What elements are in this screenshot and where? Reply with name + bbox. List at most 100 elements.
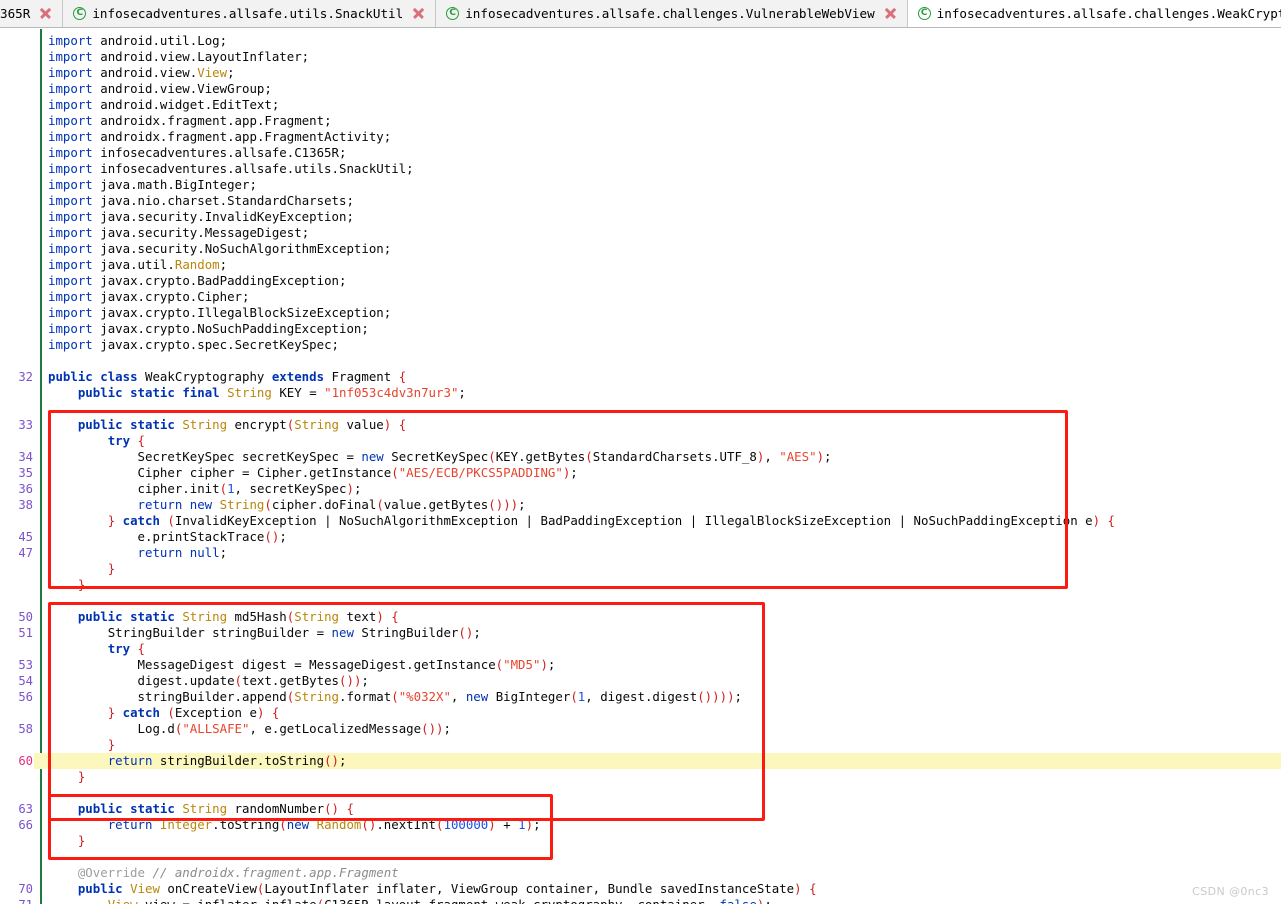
line-source: Cipher cipher = Cipher.getInstance("AES/… [137,465,578,480]
line-source: import androidx.fragment.app.Fragment; [48,113,332,128]
code-line: import infosecadventures.allsafe.C1365R; [0,145,1281,161]
line-source: import javax.crypto.spec.SecretKeySpec; [48,337,340,352]
code-line: } catch (Exception e) { [0,705,1281,721]
line-source: MessageDigest digest = MessageDigest.get… [137,657,556,672]
code-line: 38 return new String(cipher.doFinal(valu… [0,497,1281,513]
code-line: import androidx.fragment.app.FragmentAct… [0,129,1281,145]
code-line: 45 e.printStackTrace(); [0,529,1281,545]
line-source: public static final String KEY = "1nf053… [77,385,466,400]
line-source: @Override // androidx.fragment.app.Fragm… [77,865,399,880]
line-source: import java.security.MessageDigest; [48,225,310,240]
code-line: 32 public class WeakCryptography extends … [0,369,1281,385]
line-number: 34 [18,450,33,464]
line-number: 53 [18,658,33,672]
line-number: 35 [18,466,33,480]
line-source: import android.view.ViewGroup; [48,81,272,96]
code-line: import java.math.BigInteger; [0,177,1281,193]
line-source: Log.d("ALLSAFE", e.getLocalizedMessage()… [137,721,451,736]
code-line: import android.util.Log; [0,33,1281,49]
line-source: } catch (Exception e) { [107,705,280,720]
code-line: 33 public static String encrypt(String v… [0,417,1281,433]
code-line: import android.view.LayoutInflater; [0,49,1281,65]
line-number: 56 [18,690,33,704]
code-line: 56 stringBuilder.append(String.format("%… [0,689,1281,705]
line-number: 63 [18,802,33,816]
line-source: public View onCreateView(LayoutInflater … [77,881,817,896]
line-source: import android.widget.EditText; [48,97,280,112]
line-number: 51 [18,626,33,640]
line-source: return new String(cipher.doFinal(value.g… [137,497,526,512]
line-source: digest.update(text.getBytes()); [137,673,369,688]
line-source: import java.math.BigInteger; [48,177,257,192]
code-line: import java.util.Random; [0,257,1281,273]
code-editor[interactable]: import android.util.Log; import android.v… [0,29,1281,904]
code-line: import infosecadventures.allsafe.utils.S… [0,161,1281,177]
code-line: import java.security.MessageDigest; [0,225,1281,241]
tab-label: infosecadventures.allsafe.utils.SnackUti… [92,6,404,21]
line-number: 47 [18,546,33,560]
line-source: public class WeakCryptography extends Fr… [48,369,407,384]
line-source: stringBuilder.append(String.format("%032… [137,689,742,704]
line-source: import infosecadventures.allsafe.C1365R; [48,145,347,160]
close-icon[interactable] [38,6,53,21]
line-source: import androidx.fragment.app.FragmentAct… [48,129,392,144]
line-number: 32 [18,370,33,384]
code-line: 50 public static String md5Hash(String t… [0,609,1281,625]
code-line: } [0,769,1281,785]
code-line: import javax.crypto.BadPaddingException; [0,273,1281,289]
line-number: 70 [18,882,33,896]
line-source: import android.util.Log; [48,33,228,48]
line-source: } [77,769,86,784]
line-source: SecretKeySpec secretKeySpec = new Secret… [137,449,832,464]
tab-c1365r[interactable]: 365R [0,0,64,27]
line-source: e.printStackTrace(); [137,529,287,544]
code-line: 47 return null; [0,545,1281,561]
line-source: public static String encrypt(String valu… [77,417,407,432]
code-line: 66 return Integer.toString(new Random().… [0,817,1281,833]
line-number: 36 [18,482,33,496]
code-line: } [0,577,1281,593]
code-line: import android.widget.EditText; [0,97,1281,113]
tab-vulnerablewebview[interactable]: C infosecadventures.allsafe.challenges.V… [436,0,908,27]
line-source: import android.view.View; [48,65,235,80]
line-source: import java.nio.charset.StandardCharsets… [48,193,354,208]
tab-label: infosecadventures.allsafe.challenges.Vul… [465,6,875,21]
tab-weakcryptography[interactable]: C infosecadventures.allsafe.challenges.W… [907,0,1281,27]
line-source: import javax.crypto.Cipher; [48,289,250,304]
code-line: 51 StringBuilder stringBuilder = new Str… [0,625,1281,641]
line-number: 71 [0,897,33,904]
line-source: cipher.init(1, secretKeySpec); [137,481,362,496]
line-source: } [77,833,86,848]
code-line: import android.view.ViewGroup; [0,81,1281,97]
code-line: 54 digest.update(text.getBytes()); [0,673,1281,689]
close-icon[interactable] [411,6,426,21]
line-source: return stringBuilder.toString(); [107,753,347,768]
line-number: 50 [18,610,33,624]
line-source: import android.view.LayoutInflater; [48,49,310,64]
code-line: 58 Log.d("ALLSAFE", e.getLocalizedMessag… [0,721,1281,737]
line-source: import javax.crypto.BadPaddingException; [48,273,347,288]
line-source: return null; [137,545,228,560]
line-source: public static String md5Hash(String text… [77,609,399,624]
code-line: import javax.crypto.NoSuchPaddingExcepti… [0,321,1281,337]
code-line: } catch (InvalidKeyException | NoSuchAlg… [0,513,1281,529]
line-number: 38 [18,498,33,512]
tab-label: infosecadventures.allsafe.challenges.Wea… [936,6,1281,21]
code-line: 63 public static String randomNumber() { [0,801,1281,817]
java-class-icon: C [917,7,931,20]
line-source: import javax.crypto.NoSuchPaddingExcepti… [48,321,369,336]
close-icon[interactable] [883,6,898,21]
line-source: return Integer.toString(new Random().nex… [107,817,541,832]
code-line: import javax.crypto.IllegalBlockSizeExce… [0,305,1281,321]
tab-snackutil[interactable]: C infosecadventures.allsafe.utils.SnackU… [63,0,437,27]
code-line: 71 View view = inflater.inflate(C1365R.l… [0,897,1281,904]
code-line: try { [0,433,1281,449]
line-source: import infosecadventures.allsafe.utils.S… [48,161,414,176]
line-source: try { [107,433,146,448]
line-number: 54 [18,674,33,688]
line-source: } [107,737,116,752]
line-number: 33 [18,418,33,432]
